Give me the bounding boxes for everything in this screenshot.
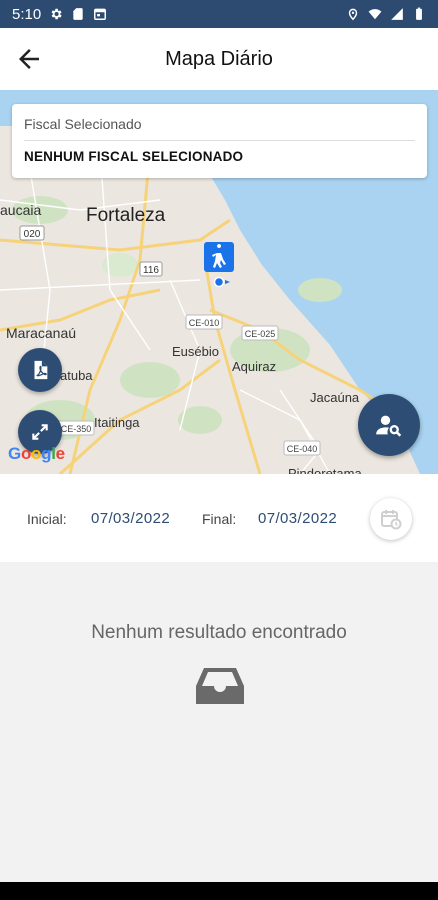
date-picker-button[interactable]: [370, 498, 412, 540]
road-label-ce040: CE-040: [287, 444, 318, 454]
inbox-icon: [196, 668, 244, 704]
google-letter-g: G: [8, 444, 21, 463]
place-label-fortaleza: Fortaleza: [86, 205, 166, 226]
app-bar: Mapa Diário: [0, 28, 438, 90]
results-empty-state: Nenhum resultado encontrado: [0, 562, 438, 882]
google-letter-e: e: [55, 444, 65, 463]
date-range-bar: Inicial: 07/03/2022 Final: 07/03/2022: [0, 474, 438, 562]
export-pdf-button[interactable]: [18, 348, 62, 392]
battery-icon: [416, 7, 422, 20]
sim-card-icon: [73, 8, 83, 20]
gear-icon: [51, 8, 62, 20]
map-view[interactable]: 020 116 CE-010 CE-025 CE-350 CE-040 Fort…: [0, 90, 438, 474]
arrow-back-icon[interactable]: [14, 44, 44, 74]
fiscal-selector-card[interactable]: Fiscal Selecionado NENHUM FISCAL SELECIO…: [12, 104, 427, 178]
search-user-icon: [376, 415, 402, 437]
fiscal-card-value: NENHUM FISCAL SELECIONADO: [24, 149, 244, 164]
road-label-116: 116: [143, 265, 159, 276]
place-label-pacatuba: atuba: [60, 368, 93, 383]
road-shield-ce350: CE-350: [57, 420, 95, 436]
road-shield-116: 116: [139, 261, 163, 277]
road-label-ce010: CE-010: [189, 318, 220, 328]
place-label-caucaia: aucaia: [0, 202, 41, 218]
road-shield-ce025: CE-025: [241, 325, 279, 341]
place-label-maracanau: Maracanaú: [6, 325, 76, 341]
road-shield-ce040: CE-040: [283, 440, 321, 456]
road-label-ce350: CE-350: [61, 424, 92, 434]
road-shield-020: 020: [19, 225, 45, 241]
initial-date-value[interactable]: 07/03/2022: [91, 510, 170, 527]
place-label-aquiraz: Aquiraz: [232, 359, 276, 374]
place-label-jacauna: Jacaúna: [310, 390, 360, 405]
final-date-label: Final:: [202, 511, 237, 527]
place-label-eusebio: Eusébio: [172, 344, 219, 359]
wifi-icon: [368, 9, 382, 20]
calendar-icon: [94, 8, 107, 20]
fiscal-card-divider: [24, 140, 415, 141]
place-label-itaitinga: Itaitinga: [94, 415, 140, 430]
pdf-file-icon: [34, 360, 48, 380]
final-date-value[interactable]: 07/03/2022: [258, 510, 337, 527]
google-letter-o1: o: [20, 444, 32, 463]
signal-icon: [391, 8, 403, 20]
search-fiscal-button[interactable]: [358, 394, 420, 456]
page-title: Mapa Diário: [165, 47, 273, 70]
google-logo: Google: [8, 444, 65, 464]
google-letter-g2: g: [41, 444, 52, 463]
road-shield-ce010: CE-010: [185, 314, 223, 330]
road-label-020: 020: [24, 229, 41, 240]
calendar-clock-icon: [381, 510, 402, 530]
place-label-pindoretama: Pindoretama: [288, 466, 362, 474]
status-time: 5:10: [12, 5, 42, 23]
fullscreen-icon: [32, 424, 48, 440]
fiscal-card-label: Fiscal Selecionado: [24, 116, 142, 132]
status-bar: 5:10: [0, 0, 438, 28]
road-label-ce025: CE-025: [245, 329, 276, 339]
system-navigation-bar: [0, 882, 438, 900]
empty-message: Nenhum resultado encontrado: [91, 622, 347, 643]
location-icon: [348, 8, 358, 21]
google-letter-o2: o: [31, 444, 42, 463]
initial-date-label: Inicial:: [27, 511, 67, 527]
